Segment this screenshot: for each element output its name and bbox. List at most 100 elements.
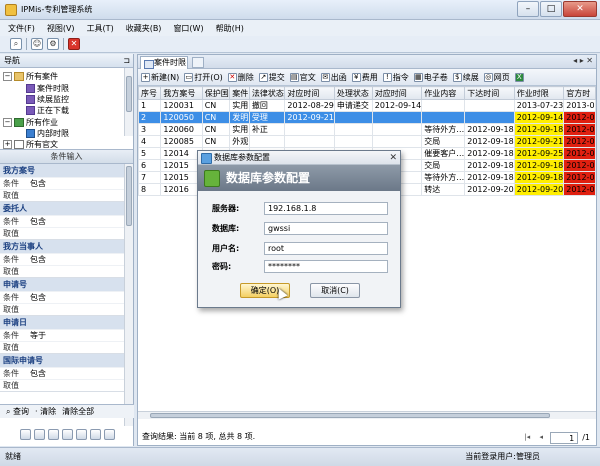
task-view-icon[interactable] [34, 428, 45, 440]
column-header[interactable]: 案件 [229, 86, 250, 100]
column-header[interactable]: 法律状态 [248, 86, 286, 100]
password-field[interactable]: ******** [264, 259, 388, 273]
condition-row[interactable]: 条件 包含 [0, 367, 133, 379]
calendar-view-icon[interactable] [104, 428, 115, 440]
new-button[interactable]: + 新建(N) [141, 72, 179, 83]
table-hscrollbar[interactable] [138, 411, 596, 419]
condition-row[interactable]: 取值 [0, 265, 133, 277]
submit-button[interactable]: ↗ 提交 [258, 72, 285, 83]
new-tab-button[interactable] [192, 57, 204, 68]
search-icon[interactable]: ⌕ [10, 38, 22, 50]
menu-view[interactable]: 视图(V) [47, 23, 75, 34]
page-input[interactable]: 1 [550, 432, 579, 444]
official-view-icon[interactable] [48, 428, 59, 440]
dialog-close-icon[interactable]: ✕ [389, 151, 397, 165]
tree-node-all-tasks[interactable]: − 所有作业 [3, 117, 58, 128]
condition-value[interactable]: 包含 [30, 254, 46, 265]
condition-value[interactable]: 等于 [30, 330, 46, 341]
official-button[interactable]: ▤ 官文 [289, 72, 316, 83]
column-header[interactable]: 对应时间 [371, 86, 423, 100]
column-header[interactable]: 作业时限 [513, 86, 565, 100]
cancel-button[interactable]: 取消(C) [310, 283, 360, 298]
users-icon[interactable]: ☺ [31, 38, 43, 50]
tree-node-renewal-monitor[interactable]: 续展监控 [26, 94, 69, 105]
username-field[interactable]: root [264, 241, 388, 255]
condition-value[interactable]: 包含 [30, 368, 46, 379]
fee-view-icon[interactable] [62, 428, 73, 440]
nav-scrollbar[interactable] [124, 68, 133, 136]
column-header[interactable]: 序号 [137, 86, 162, 100]
condition-group-title[interactable]: 我方当事人 [0, 240, 133, 253]
column-header[interactable]: 处理状态 [333, 86, 373, 100]
condition-group-title[interactable]: 申请日 [0, 316, 133, 329]
first-page-icon[interactable]: |◂ [522, 433, 532, 443]
minimize-button[interactable]: – [517, 1, 539, 17]
column-header[interactable]: 保护国 [201, 86, 231, 100]
menu-help[interactable]: 帮助(H) [216, 23, 244, 34]
tab-controls[interactable]: ◂ ▸ ✕ [573, 56, 593, 65]
column-header[interactable]: 下达时间 [464, 86, 515, 100]
collapse-icon[interactable]: − [3, 72, 12, 81]
close-button[interactable]: ✕ [563, 1, 597, 17]
pin-icon[interactable]: ⊐ [123, 54, 130, 68]
menu-file[interactable]: 文件(F) [8, 23, 35, 34]
edit-view-icon[interactable] [90, 428, 101, 440]
menu-tools[interactable]: 工具(T) [87, 23, 114, 34]
prev-page-icon[interactable]: ◂ [536, 433, 546, 443]
database-field[interactable]: gwssi [264, 221, 388, 235]
condition-row[interactable]: 取值 [0, 189, 133, 201]
condition-value[interactable]: 包含 [30, 292, 46, 303]
menu-window[interactable]: 窗口(W) [173, 23, 203, 34]
query-button[interactable]: ⌕ 查询 [6, 405, 29, 418]
condition-row[interactable]: 取值 [0, 379, 133, 391]
table-row[interactable]: 1 120031 CN 实用 撤回 2012-08-29 申请递交 2012-09-14 201… [137, 99, 596, 112]
condition-row[interactable]: 条件 包含 [0, 215, 133, 227]
condition-row[interactable]: 取值 [0, 227, 133, 239]
server-field[interactable]: 192.168.1.8 [264, 201, 388, 215]
tree-node-case-deadline[interactable]: 案件时限 [26, 83, 69, 94]
close-doc-icon[interactable]: ✕ [68, 38, 80, 50]
expand-icon[interactable]: + [3, 140, 12, 149]
tree-node-downloading[interactable]: 正在下载 [26, 105, 69, 116]
open-button[interactable]: ▭ 打开(O) [184, 72, 223, 83]
condition-row[interactable]: 条件 包含 [0, 253, 133, 265]
menu-favorites[interactable]: 收藏夹(B) [126, 23, 162, 34]
condition-value[interactable]: 包含 [30, 178, 46, 189]
tree-node-internal-deadline[interactable]: 内部时限 [26, 128, 69, 139]
conditions-scrollbar[interactable] [124, 164, 133, 426]
e-volume-button[interactable]: ▦ 电子卷 [413, 72, 448, 83]
tab-case-deadline[interactable]: 案件时限 [140, 56, 188, 69]
condition-group-title[interactable]: 国际申请号 [0, 354, 133, 367]
column-header[interactable]: 作业内容 [421, 86, 466, 100]
column-header[interactable]: 对应时间 [284, 86, 335, 100]
column-header[interactable]: 官方时 [563, 86, 596, 100]
collapse-icon[interactable]: − [3, 118, 12, 127]
condition-row[interactable]: 条件 包含 [0, 291, 133, 303]
case-view-icon[interactable] [20, 428, 31, 440]
clear-button[interactable]: · 清除 [35, 405, 56, 418]
table-row[interactable]: 4 120085 CN 外观 交局 2012-09-18 2012-09-21 2012-0 [137, 135, 596, 148]
column-header[interactable]: 我方案号 [160, 86, 203, 100]
condition-row[interactable]: 条件 等于 [0, 329, 133, 341]
settings-icon[interactable]: ⚙ [47, 38, 59, 50]
maximize-button[interactable]: □ [540, 1, 562, 17]
condition-row[interactable]: 条件 包含 [0, 177, 133, 189]
delete-button[interactable]: ✕ 删除 [227, 72, 254, 83]
condition-row[interactable]: 取值 [0, 341, 133, 353]
clear-all-button[interactable]: 清除全部 [62, 405, 94, 418]
condition-value[interactable]: 包含 [30, 216, 46, 227]
condition-group-title[interactable]: 委托人 [0, 202, 133, 215]
condition-group-title[interactable]: 申请号 [0, 278, 133, 291]
letter-button[interactable]: ✉ 出函 [320, 72, 347, 83]
instruction-button[interactable]: ! 指令 [382, 72, 409, 83]
report-view-icon[interactable] [76, 428, 87, 440]
tree-node-all-official[interactable]: + 所有官文 [3, 139, 58, 150]
excel-button[interactable]: X [514, 72, 524, 82]
web-button[interactable]: ◎ 网页 [483, 72, 510, 83]
table-row[interactable]: 2 120050 CN 发明 受理 2012-09-21 2012-09-14 2012-0 [137, 111, 596, 124]
table-row[interactable]: 3 120060 CN 实用 补正 等待外方… 2012-09-18 2012-09-18 20… [137, 123, 596, 136]
condition-row[interactable]: 取值 [0, 303, 133, 315]
tree-node-all-cases[interactable]: − 所有案件 [3, 71, 58, 82]
renewal-button[interactable]: $ 续展 [452, 72, 479, 83]
fee-button[interactable]: ¥ 费用 [351, 72, 378, 83]
